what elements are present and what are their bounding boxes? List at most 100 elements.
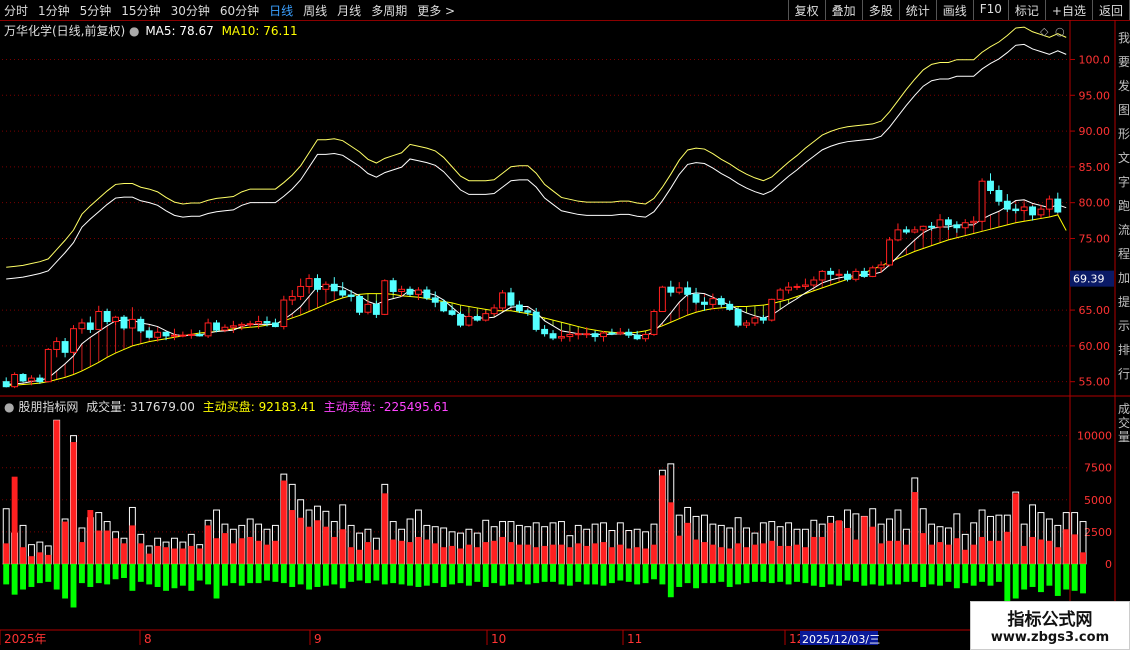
volume-sell-bar <box>651 563 657 580</box>
volume-buy-bar <box>154 545 161 564</box>
volume-buy-bar <box>1021 545 1028 564</box>
candle <box>137 316 145 333</box>
circle-icon: ○ <box>1055 25 1065 38</box>
candle-body <box>574 333 582 336</box>
candle-body <box>616 331 624 335</box>
candle-body <box>692 293 700 303</box>
volume-buy-bar <box>608 547 615 564</box>
candle-body <box>1020 206 1028 212</box>
volume-buy-bar <box>979 536 986 564</box>
candle-body <box>869 267 877 277</box>
volume-buy-bar <box>348 547 355 564</box>
volume-sell-bar <box>247 563 254 584</box>
candle <box>944 217 952 230</box>
candle-body <box>187 333 195 336</box>
volume-sell-bar <box>11 563 18 595</box>
candle <box>902 226 910 235</box>
side-glyph: 量 <box>1118 430 1130 444</box>
candle <box>1029 205 1036 221</box>
candle <box>524 308 532 316</box>
candle-body <box>95 311 103 330</box>
volume-sell-bar <box>373 563 380 581</box>
candle-body <box>36 377 44 383</box>
volume-sell-bar <box>432 563 439 584</box>
upper-band-2 <box>6 43 1067 280</box>
volume-buy-bar <box>87 510 94 564</box>
kline-chart[interactable]: 100.0 95.00 90.00 85.00 80.00 75.00 65.00 60.00… <box>0 0 1130 650</box>
volume-sell-bar <box>280 563 287 584</box>
volume-buy-bar <box>701 542 708 564</box>
volume-sell-bar <box>541 563 548 582</box>
volume-buy-bar <box>802 547 809 564</box>
volume-buy-bar <box>878 543 885 564</box>
volume-sell-bar <box>1046 563 1053 586</box>
candle-body <box>953 224 961 229</box>
volume-sell-bar <box>28 563 35 587</box>
candle <box>541 325 549 337</box>
candle-body <box>406 288 414 295</box>
candle-body <box>271 322 279 328</box>
candle-body <box>457 313 464 326</box>
volume-buy-bar <box>1004 531 1011 564</box>
candle <box>801 278 809 290</box>
candle <box>574 329 582 340</box>
price-tick-label: 75.00 <box>1079 232 1111 245</box>
candle-body <box>213 322 220 331</box>
candle <box>1003 194 1011 212</box>
candle-body <box>566 333 574 338</box>
price-tick-label: 90.00 <box>1079 125 1111 138</box>
volume-sell-bar <box>348 563 355 582</box>
volume-buy-bar <box>398 540 405 564</box>
candle-body <box>314 278 321 290</box>
volume-sell-bar <box>751 563 758 582</box>
candle-body <box>162 331 170 337</box>
volume-buy-bar <box>264 544 270 564</box>
volume-sell-bar <box>331 563 338 585</box>
candle-body <box>431 297 439 303</box>
candle-body <box>229 325 237 328</box>
volume-buy-bar <box>381 493 388 564</box>
price-tick-label: 85.00 <box>1079 161 1111 174</box>
candle <box>2 377 10 388</box>
volume-buy-bar <box>550 544 556 564</box>
candle-body <box>238 323 246 327</box>
candle-body <box>995 190 1003 202</box>
candle <box>810 276 818 288</box>
side-glyph: 文 <box>1118 150 1130 165</box>
candle-body <box>524 310 532 313</box>
candle <box>431 291 439 308</box>
volume-buy-bar <box>272 540 279 564</box>
volume-buy-bar <box>953 538 960 564</box>
watermark: 指标公式网 www.zbgs3.com <box>970 601 1130 650</box>
candle-body <box>844 273 851 280</box>
volume-sell-bar <box>289 563 296 587</box>
candle <box>78 318 86 334</box>
candle-body <box>709 298 717 305</box>
volume-sell-bar <box>322 563 329 586</box>
volume-sell-bar <box>465 563 472 586</box>
candle-body <box>785 286 793 291</box>
volume-sell-bar <box>524 563 531 585</box>
candle <box>120 315 128 331</box>
candle <box>364 300 372 315</box>
volume-buy-bar <box>247 536 254 564</box>
candle <box>616 327 624 336</box>
volume-sell-bar <box>558 563 565 585</box>
volume-sell-bar <box>962 563 969 584</box>
candle <box>667 280 675 297</box>
volume-buy-bar <box>1038 539 1044 564</box>
volume-buy-bar <box>432 543 439 564</box>
volume-sell-bar <box>407 563 413 586</box>
volume-buy-bar <box>642 548 649 564</box>
candle <box>381 279 389 316</box>
volume-buy-bar <box>1054 547 1061 564</box>
candle <box>44 348 52 383</box>
volume-buy-bar <box>53 420 60 564</box>
candle-body <box>658 286 666 313</box>
candle-body <box>423 289 431 299</box>
diamond-icon: ◇ <box>1040 25 1049 38</box>
candle <box>103 308 111 325</box>
volume-sell-bar <box>205 563 212 585</box>
volume-buy-bar <box>903 544 910 564</box>
volume-buy-bar <box>861 516 868 564</box>
